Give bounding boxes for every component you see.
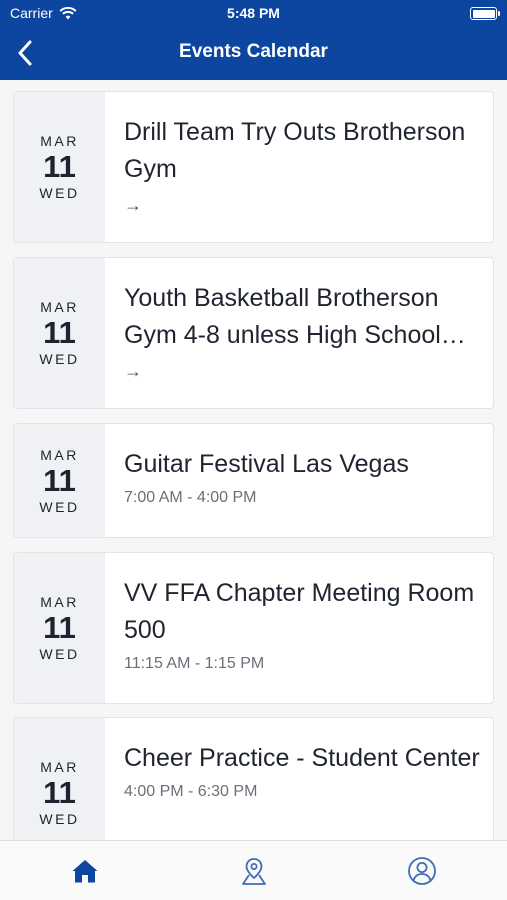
event-card[interactable]: MAR 11 WED VV FFA Chapter Meeting Room 5… — [13, 552, 494, 704]
event-weekday: WED — [39, 185, 80, 201]
map-pin-icon — [242, 858, 266, 885]
tab-bar — [0, 840, 507, 900]
event-card[interactable]: MAR 11 WED Cheer Practice - Student Cent… — [13, 717, 494, 840]
arrow-right-icon: → — [124, 195, 142, 215]
event-details: Cheer Practice - Student Center 4:00 PM … — [124, 740, 481, 801]
event-day: 11 — [43, 149, 76, 184]
event-title: VV FFA Chapter Meeting Room 500 — [124, 579, 475, 644]
event-weekday: WED — [39, 498, 80, 515]
tab-profile[interactable] — [406, 855, 438, 887]
event-date-badge: MAR 11 WED — [14, 424, 105, 537]
page-title: Events Calendar — [179, 41, 328, 62]
event-month: MAR — [40, 594, 79, 610]
event-card[interactable]: MAR 11 WED Youth Basketball Brotherson G… — [13, 257, 494, 409]
event-details: Youth Basketball Brotherson Gym 4-8 unle… — [124, 280, 481, 380]
home-icon — [72, 860, 98, 883]
status-bar: Carrier 5:48 PM — [0, 0, 507, 28]
event-date-badge: MAR 11 WED — [14, 92, 105, 242]
event-title: Cheer Practice - Student Center — [124, 744, 480, 772]
event-weekday: WED — [39, 351, 80, 367]
event-title: Youth Basketball Brotherson Gym 4-8 unle… — [124, 284, 466, 349]
event-month: MAR — [40, 299, 79, 315]
event-date-badge: MAR 11 WED — [14, 718, 105, 840]
event-title: Drill Team Try Outs Brotherson Gym — [124, 118, 466, 183]
event-time: 11:15 AM - 1:15 PM — [124, 655, 265, 672]
event-details: VV FFA Chapter Meeting Room 500 11:15 AM… — [124, 575, 481, 673]
status-time: 5:48 PM — [227, 5, 280, 21]
event-details: Guitar Festival Las Vegas 7:00 AM - 4:00… — [124, 446, 481, 507]
app-header: Carrier 5:48 PM Events Calendar — [0, 0, 507, 80]
event-time: 4:00 PM - 6:30 PM — [124, 783, 258, 800]
event-month: MAR — [40, 446, 79, 463]
event-day: 11 — [43, 315, 76, 350]
event-date-badge: MAR 11 WED — [14, 553, 105, 703]
event-time: 7:00 AM - 4:00 PM — [124, 489, 257, 506]
event-day: 11 — [43, 775, 76, 810]
event-card[interactable]: MAR 11 WED Drill Team Try Outs Brotherso… — [13, 91, 494, 243]
event-month: MAR — [40, 759, 79, 775]
event-weekday: WED — [39, 811, 80, 827]
tab-home[interactable] — [69, 855, 101, 887]
event-day: 11 — [43, 610, 76, 645]
events-list[interactable]: MAR 11 WED Drill Team Try Outs Brotherso… — [0, 80, 507, 840]
navigation-bar: Events Calendar — [0, 28, 507, 80]
event-card[interactable]: MAR 11 WED Guitar Festival Las Vegas 7:0… — [13, 423, 494, 538]
arrow-right-icon: → — [124, 361, 142, 381]
event-title: Guitar Festival Las Vegas — [124, 450, 409, 478]
event-date-badge: MAR 11 WED — [14, 258, 105, 408]
event-details: Drill Team Try Outs Brotherson Gym → — [124, 114, 481, 214]
battery-icon — [470, 7, 500, 20]
tab-map[interactable] — [238, 855, 270, 887]
event-weekday: WED — [39, 646, 80, 662]
event-month: MAR — [40, 133, 79, 149]
profile-icon — [408, 857, 436, 885]
event-day: 11 — [43, 462, 76, 498]
